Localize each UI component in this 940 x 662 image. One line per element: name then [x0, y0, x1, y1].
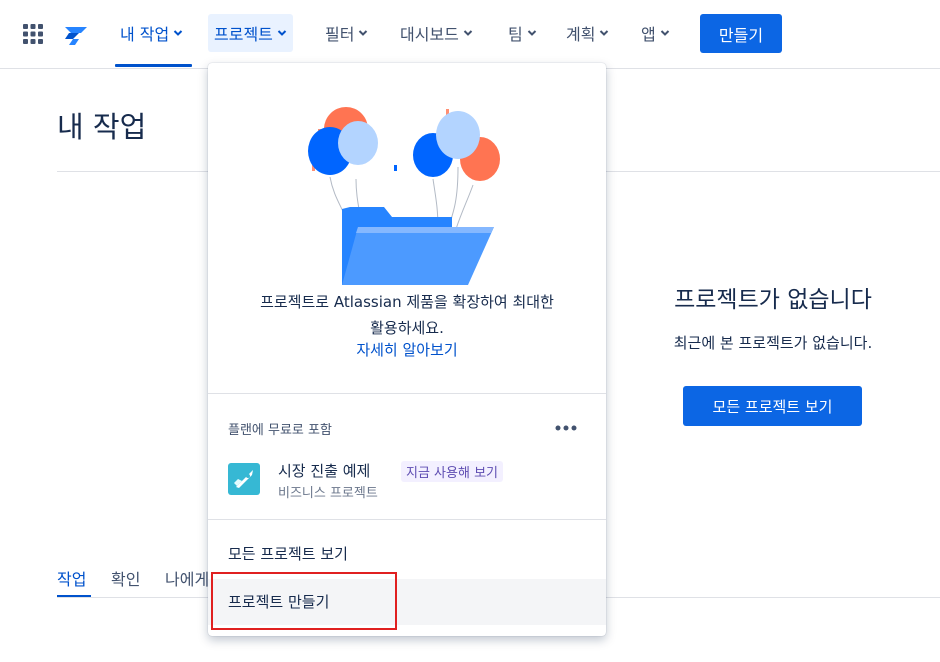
- promo-text-line1: 프로젝트로 Atlassian 제품을 확장하여 최대한: [260, 293, 554, 311]
- learn-more-link[interactable]: 자세히 알아보기: [218, 339, 596, 360]
- promo-text: 프로젝트로 Atlassian 제품을 확장하여 최대한 활용하세요.: [218, 289, 596, 341]
- nav-dashboards-label: 대시보드: [400, 25, 459, 44]
- page-title: 내 작업: [57, 110, 147, 144]
- nav-projects-label: 프로젝트: [214, 25, 273, 44]
- nav-filters-label: 필터: [325, 25, 355, 44]
- menu-divider: [208, 393, 606, 394]
- chevron-down-icon: [359, 30, 368, 36]
- tab-viewed[interactable]: 확인: [111, 566, 140, 590]
- nav-plans[interactable]: 계획: [560, 14, 615, 52]
- empty-state-subtitle: 최근에 본 프로젝트가 없습니다.: [673, 334, 873, 352]
- chevron-down-icon: [277, 30, 287, 36]
- nav-filters[interactable]: 필터: [319, 14, 374, 52]
- balloons-folder-illustration: [308, 107, 500, 285]
- nav-apps[interactable]: 앱: [635, 14, 676, 52]
- more-icon[interactable]: [554, 419, 578, 435]
- menu-view-all-projects[interactable]: 모든 프로젝트 보기: [208, 531, 606, 575]
- nav-dashboards[interactable]: 대시보드: [394, 14, 479, 52]
- menu-view-all-projects-label: 모든 프로젝트 보기: [228, 545, 348, 563]
- nav-teams-label: 팀: [508, 25, 523, 44]
- jira-logo-icon[interactable]: [63, 21, 89, 47]
- highlight-annotation: [211, 572, 397, 630]
- nav-my-work-label: 내 작업: [120, 25, 170, 44]
- empty-state-title: 프로젝트가 없습니다: [674, 287, 872, 313]
- promo-text-line2: 활용하세요.: [370, 319, 444, 337]
- chevron-down-icon: [463, 30, 473, 36]
- nav-projects[interactable]: 프로젝트: [208, 14, 293, 52]
- template-item[interactable]: 시장 진출 예제 지금 사용해 보기 비즈니스 프로젝트: [208, 449, 606, 507]
- nav-my-work[interactable]: 내 작업: [114, 14, 189, 52]
- nav-plans-label: 계획: [566, 25, 596, 44]
- tab-assigned-to-me[interactable]: 나에게: [165, 566, 209, 590]
- chevron-down-icon: [174, 30, 183, 36]
- top-navigation: 내 작업 프로젝트 필터 대시보드 팀 계획 앱 만들기: [0, 0, 940, 69]
- view-all-projects-button[interactable]: 모든 프로젝트 보기: [683, 386, 862, 426]
- nav-apps-label: 앱: [641, 25, 656, 44]
- menu-divider: [208, 519, 606, 520]
- app-switcher-icon[interactable]: [22, 23, 44, 45]
- nav-teams[interactable]: 팀: [502, 14, 543, 52]
- chevron-down-icon: [600, 30, 609, 36]
- chevron-down-icon: [527, 30, 536, 36]
- tab-worked-on[interactable]: 작업: [57, 566, 86, 590]
- template-name: 시장 진출 예제: [278, 462, 371, 480]
- section-heading: 플랜에 무료로 포함: [228, 423, 332, 438]
- chevron-down-icon: [660, 30, 669, 36]
- projects-dropdown-menu: 프로젝트로 Atlassian 제품을 확장하여 최대한 활용하세요. 자세히 …: [208, 63, 606, 636]
- create-button[interactable]: 만들기: [700, 14, 782, 53]
- template-type: 비즈니스 프로젝트: [278, 486, 378, 501]
- try-now-badge[interactable]: 지금 사용해 보기: [401, 461, 503, 482]
- nav-active-indicator: [115, 64, 192, 67]
- rocket-icon: [228, 463, 260, 495]
